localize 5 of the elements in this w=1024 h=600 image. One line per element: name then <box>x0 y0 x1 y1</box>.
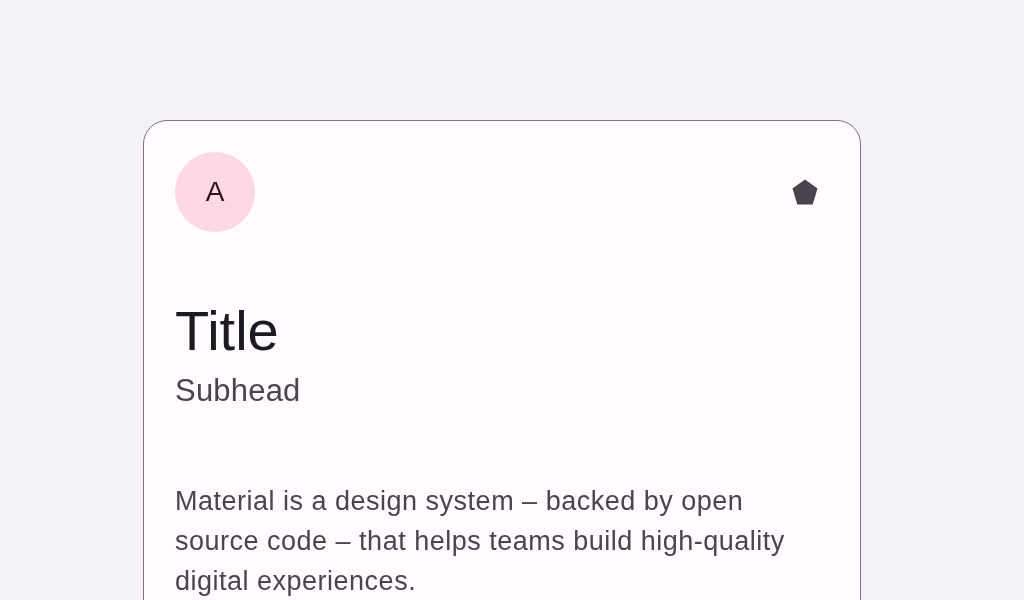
pentagon-icon[interactable] <box>792 179 818 205</box>
card-title: Title <box>175 299 280 363</box>
card-body-text: Material is a design system – backed by open source code – that helps teams build high-quality digital experiences. <box>175 485 786 598</box>
avatar: A <box>175 152 255 232</box>
card-subhead: Subhead <box>175 372 302 410</box>
